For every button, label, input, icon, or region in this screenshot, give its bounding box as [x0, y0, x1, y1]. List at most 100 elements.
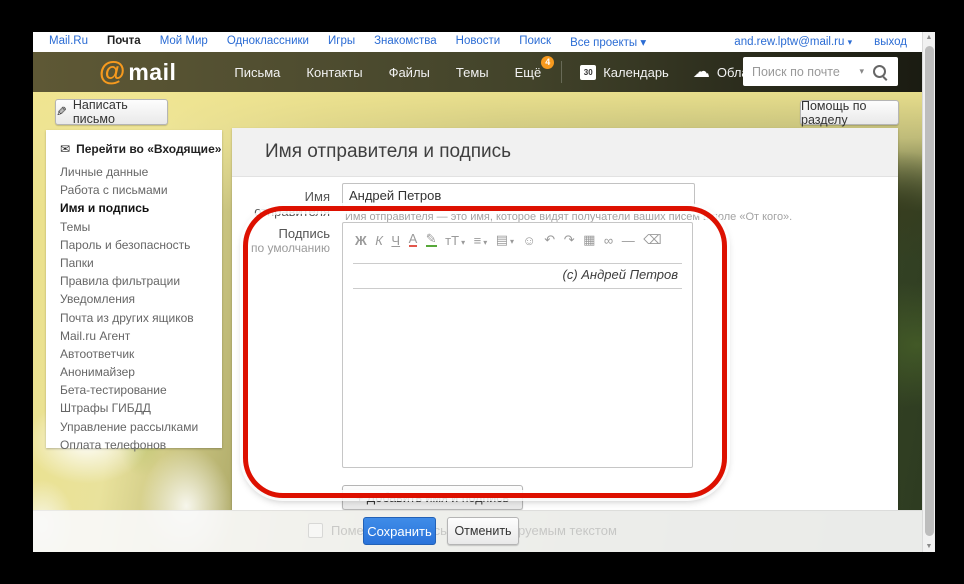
- font-color-icon[interactable]: А: [409, 233, 418, 247]
- compose-label: Написать письмо: [73, 98, 167, 126]
- app-calendar[interactable]: 30 Календарь: [580, 65, 669, 80]
- sidebar-item[interactable]: Папки: [46, 254, 222, 272]
- pencil-icon: ✎: [56, 104, 67, 120]
- sidebar-item[interactable]: Оплата телефонов: [46, 436, 222, 454]
- sidebar-item[interactable]: Почта из других ящиков: [46, 309, 222, 327]
- sender-name-input[interactable]: [342, 183, 695, 207]
- sidebar-item[interactable]: Штрафы ГИБДД: [46, 399, 222, 417]
- sidebar-item[interactable]: Уведомления: [46, 290, 222, 308]
- topbar-link[interactable]: Все проекты ▾: [570, 35, 646, 49]
- search-placeholder: Поиск по почте: [752, 65, 859, 79]
- app-icon: ☁: [693, 62, 710, 82]
- page-title: Имя отправителя и подпись: [265, 141, 511, 163]
- topbar-link[interactable]: Почта: [107, 35, 141, 49]
- sidebar-item[interactable]: Правила фильтрации: [46, 272, 222, 290]
- nav-files[interactable]: Файлы: [389, 65, 430, 80]
- align-list-icon[interactable]: ≡ ▾: [474, 233, 488, 248]
- signature-label-line1: Подпись: [232, 226, 330, 241]
- nav-contacts[interactable]: Контакты: [306, 65, 362, 80]
- page-scrollbar[interactable]: ▲ ▼: [922, 32, 935, 552]
- signature-option-checkbox[interactable]: [308, 523, 323, 538]
- save-label: Сохранить: [367, 524, 432, 539]
- scroll-down-icon[interactable]: ▼: [923, 543, 935, 550]
- sidebar-item[interactable]: Темы: [46, 218, 222, 236]
- save-footer: Помещать подпись перед цитируемым тексто…: [33, 510, 935, 552]
- account-menu[interactable]: and.rew.lptw@mail.ru ▾: [734, 36, 852, 48]
- topbar-link[interactable]: Поиск: [519, 35, 551, 49]
- indent-icon[interactable]: ▤ ▾: [496, 232, 514, 248]
- save-button[interactable]: Сохранить: [363, 517, 436, 545]
- add-signature-label: + Добавить имя и подпись: [356, 491, 509, 505]
- logout-link[interactable]: выход: [874, 36, 907, 48]
- tool-caret-icon: ▾: [510, 237, 514, 246]
- app-icon: 30: [580, 65, 596, 80]
- signature-divider-bottom: [353, 288, 682, 289]
- sidebar-item[interactable]: Mail.ru Агент: [46, 327, 222, 345]
- topbar-links: Mail.Ru Почта Мой Мир Одноклассники Игры…: [49, 35, 665, 49]
- nav-themes[interactable]: Темы: [456, 65, 489, 80]
- header-nav: Письма Контакты Файлы Темы Ещё 4: [234, 65, 567, 80]
- undo-icon[interactable]: ↶: [544, 232, 555, 248]
- topbar-link[interactable]: Mail.Ru: [49, 35, 88, 49]
- mailru-logo[interactable]: @ mail: [99, 58, 176, 86]
- sidebar-item[interactable]: Управление рассылками: [46, 418, 222, 436]
- header-divider: [561, 61, 562, 83]
- highlight-icon[interactable]: ✎: [426, 233, 437, 247]
- topbar-link[interactable]: Игры: [328, 35, 355, 49]
- image-icon[interactable]: ▦: [583, 232, 595, 248]
- sidebar-item[interactable]: Личные данные: [46, 163, 222, 181]
- cancel-button[interactable]: Отменить: [447, 517, 519, 545]
- sender-name-label: Имя отправителя: [232, 189, 330, 219]
- redo-icon[interactable]: ↷: [564, 232, 575, 248]
- hr-icon[interactable]: —: [622, 233, 635, 248]
- search-icon[interactable]: [873, 65, 886, 78]
- nav-letters[interactable]: Письма: [234, 65, 280, 80]
- signature-text[interactable]: (с) Андрей Петров: [343, 264, 692, 288]
- sidebar-item[interactable]: Пароль и безопасность: [46, 236, 222, 254]
- mailru-settings-page: Mail.Ru Почта Мой Мир Одноклассники Игры…: [33, 32, 935, 552]
- signature-content[interactable]: (с) Андрей Петров: [343, 263, 692, 289]
- settings-panel: Имя отправителя и подпись Имя отправител…: [232, 128, 898, 510]
- mail-search-box[interactable]: Поиск по почте ▾: [743, 57, 898, 86]
- scrollbar-thumb[interactable]: [925, 46, 934, 536]
- emoji-icon[interactable]: ☺: [523, 233, 536, 248]
- signature-editor[interactable]: Ж К Ч А ✎ тТ ▾ ≡ ▾ ▤ ▾ ☺ ↶ ↷: [342, 222, 693, 468]
- compose-button[interactable]: ✎ Написать письмо: [55, 99, 168, 125]
- cancel-label: Отменить: [454, 524, 511, 538]
- bold-icon[interactable]: Ж: [355, 233, 367, 248]
- account-caret-icon: ▾: [848, 37, 853, 47]
- projects-topbar: Mail.Ru Почта Мой Мир Одноклассники Игры…: [33, 32, 935, 52]
- link-icon[interactable]: ∞: [604, 233, 613, 248]
- tool-caret-icon: ▾: [483, 238, 487, 247]
- panel-header: Имя отправителя и подпись: [232, 128, 898, 177]
- notification-badge: 4: [541, 56, 554, 69]
- sidebar-item[interactable]: Бета-тестирование: [46, 381, 222, 399]
- nav-more[interactable]: Ещё 4: [515, 65, 542, 80]
- font-size-icon[interactable]: тТ ▾: [445, 233, 465, 248]
- sidebar-item[interactable]: Автоответчик: [46, 345, 222, 363]
- sidebar-item[interactable]: Работа с письмами: [46, 181, 222, 199]
- signature-label-line2: по умолчанию: [232, 241, 330, 256]
- sidebar-items: Личные данные Работа с письмами Имя и по…: [46, 163, 222, 454]
- go-to-inbox-link[interactable]: ✉ Перейти во «Входящие»: [46, 136, 222, 163]
- tool-caret-icon: ▾: [461, 238, 465, 247]
- signature-label: Подпись по умолчанию: [232, 226, 330, 256]
- help-label: Помощь по разделу: [801, 99, 898, 127]
- editor-toolbar: Ж К Ч А ✎ тТ ▾ ≡ ▾ ▤ ▾ ☺ ↶ ↷: [343, 223, 692, 254]
- topbar-link[interactable]: Новости: [456, 35, 501, 49]
- topbar-link[interactable]: Одноклассники: [227, 35, 309, 49]
- sidebar-item[interactable]: Имя и подпись: [46, 199, 222, 217]
- inbox-link-label: Перейти во «Входящие»: [76, 142, 221, 156]
- scroll-up-icon[interactable]: ▲: [923, 34, 935, 41]
- italic-icon[interactable]: К: [375, 233, 383, 248]
- logo-word: mail: [128, 59, 176, 86]
- help-button[interactable]: Помощь по разделу: [800, 100, 899, 125]
- topbar-link[interactable]: Мой Мир: [160, 35, 208, 49]
- settings-sidebar: ✉ Перейти во «Входящие» Личные данные Ра…: [46, 130, 222, 448]
- clear-format-icon[interactable]: ⌫: [643, 232, 661, 248]
- sidebar-item[interactable]: Анонимайзер: [46, 363, 222, 381]
- underline-icon[interactable]: Ч: [391, 233, 400, 248]
- search-scope-caret-icon[interactable]: ▾: [859, 66, 864, 77]
- topbar-link[interactable]: Знакомства: [374, 35, 437, 49]
- add-signature-button[interactable]: + Добавить имя и подпись: [342, 485, 523, 510]
